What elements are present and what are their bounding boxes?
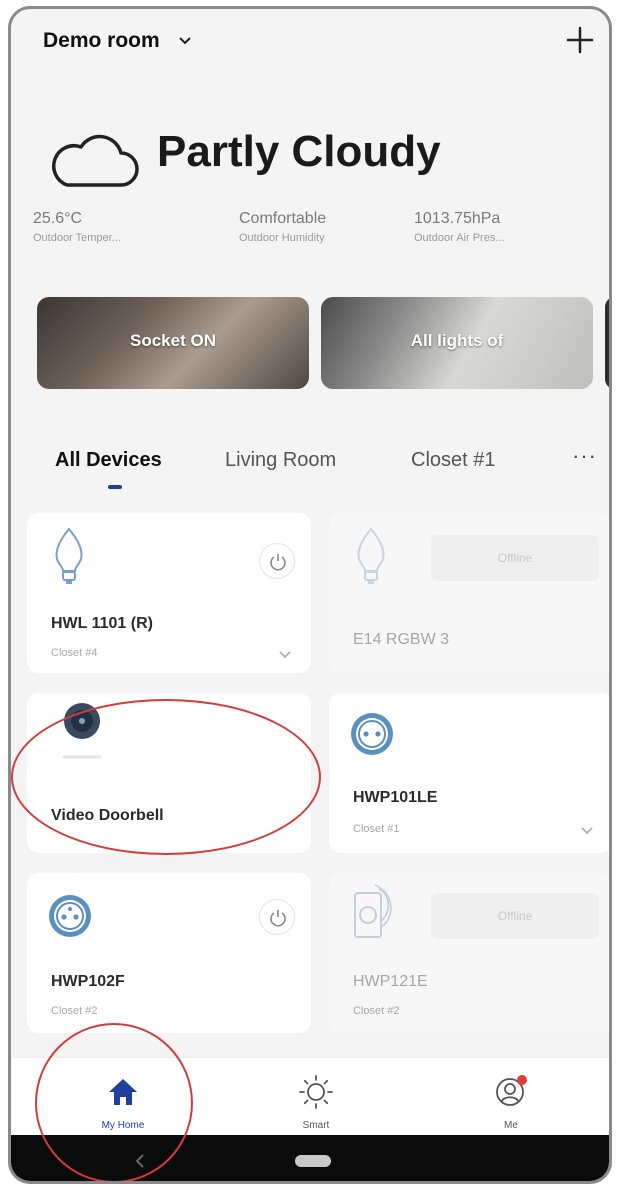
device-room: Closet #4 [51,647,98,659]
chevron-down-icon[interactable] [177,33,193,49]
scene-card-partial[interactable] [605,297,609,389]
profile-icon [496,1075,527,1106]
stat-label: Outdoor Humidity [239,232,325,244]
device-name: HWP102F [51,973,125,990]
power-button[interactable] [259,543,295,579]
chevron-down-icon[interactable] [579,825,595,837]
device-card-hwp101le[interactable]: HWP101LE Closet #1 [329,693,609,853]
scene-card-all-lights[interactable]: All lights of [321,297,593,389]
outdoor-humidity: Comfortable Outdoor Humidity [239,210,399,244]
stat-label: Outdoor Temper... [33,232,121,244]
device-card-hwp121e[interactable]: Offline HWP121E Closet #2 [329,873,609,1033]
phone-screen: Demo room Partly Cloudy 25.6°C Outdoor T… [8,6,612,1184]
top-bar: Demo room [11,9,609,79]
stat-label: Outdoor Air Pres... [414,232,505,244]
nav-my-home[interactable]: My Home [43,1058,203,1144]
device-name: E14 RGBW 3 [353,631,450,648]
system-nav-bar [11,1135,609,1181]
tab-closet-1[interactable]: Closet #1 [411,449,496,472]
wall-socket-icon [354,884,392,938]
offline-badge: Offline [431,893,599,939]
tab-all-devices[interactable]: All Devices [55,449,162,472]
stat-value: Comfortable [239,210,327,227]
device-room: Closet #2 [51,1005,98,1017]
add-device-button[interactable] [563,23,597,57]
device-name: HWL 1101 (R) [51,615,153,632]
nav-label: My Home [101,1120,145,1131]
cloud-icon [52,134,139,187]
device-name: HWP121E [353,973,428,990]
device-card-hwl-1101[interactable]: HWL 1101 (R) Closet #4 [27,513,311,673]
device-room: Closet #1 [353,823,400,835]
stat-value: 1013.75hPa [414,210,501,227]
scene-label: All lights of [410,331,504,350]
nav-smart[interactable]: Smart [236,1058,396,1144]
bulb-icon [357,527,385,584]
tab-living-room[interactable]: Living Room [225,449,336,472]
device-card-video-doorbell[interactable]: Video Doorbell [27,693,311,853]
power-button[interactable] [259,899,295,935]
device-card-e14-rgbw-3[interactable]: Offline E14 RGBW 3 [329,513,609,673]
back-icon[interactable] [131,1151,151,1171]
active-tab-indicator [108,485,122,489]
sun-icon [299,1075,333,1109]
scene-label: Socket ON [130,331,216,350]
bulb-icon [55,527,83,584]
offline-badge: Offline [431,535,599,581]
more-tabs-icon[interactable]: ··· [572,443,597,469]
device-room: Closet #2 [353,1005,400,1017]
socket-icon [49,895,91,937]
power-icon [270,554,286,571]
device-card-hwp102f[interactable]: HWP102F Closet #2 [27,873,311,1033]
room-selector[interactable]: Demo room [43,29,160,53]
nav-me[interactable]: Me [431,1058,591,1144]
doorbell-icon [63,703,101,759]
scene-card-socket-on[interactable]: Socket ON [37,297,309,389]
device-name: HWP101LE [353,789,438,806]
device-name: Video Doorbell [51,807,164,824]
weather-condition: Partly Cloudy [157,127,441,176]
home-icon [109,1079,137,1105]
outdoor-air-pressure: 1013.75hPa Outdoor Air Pres... [414,210,574,244]
stat-value: 25.6°C [33,210,83,227]
bottom-nav: My Home Smart Me [11,1057,609,1143]
socket-icon [351,713,393,755]
nav-label: Me [504,1120,518,1131]
notification-dot [517,1075,527,1085]
nav-label: Smart [302,1120,330,1131]
home-pill[interactable] [295,1155,331,1167]
outdoor-temperature: 25.6°C Outdoor Temper... [33,210,193,244]
chevron-down-icon[interactable] [277,649,293,661]
power-icon [270,910,286,927]
